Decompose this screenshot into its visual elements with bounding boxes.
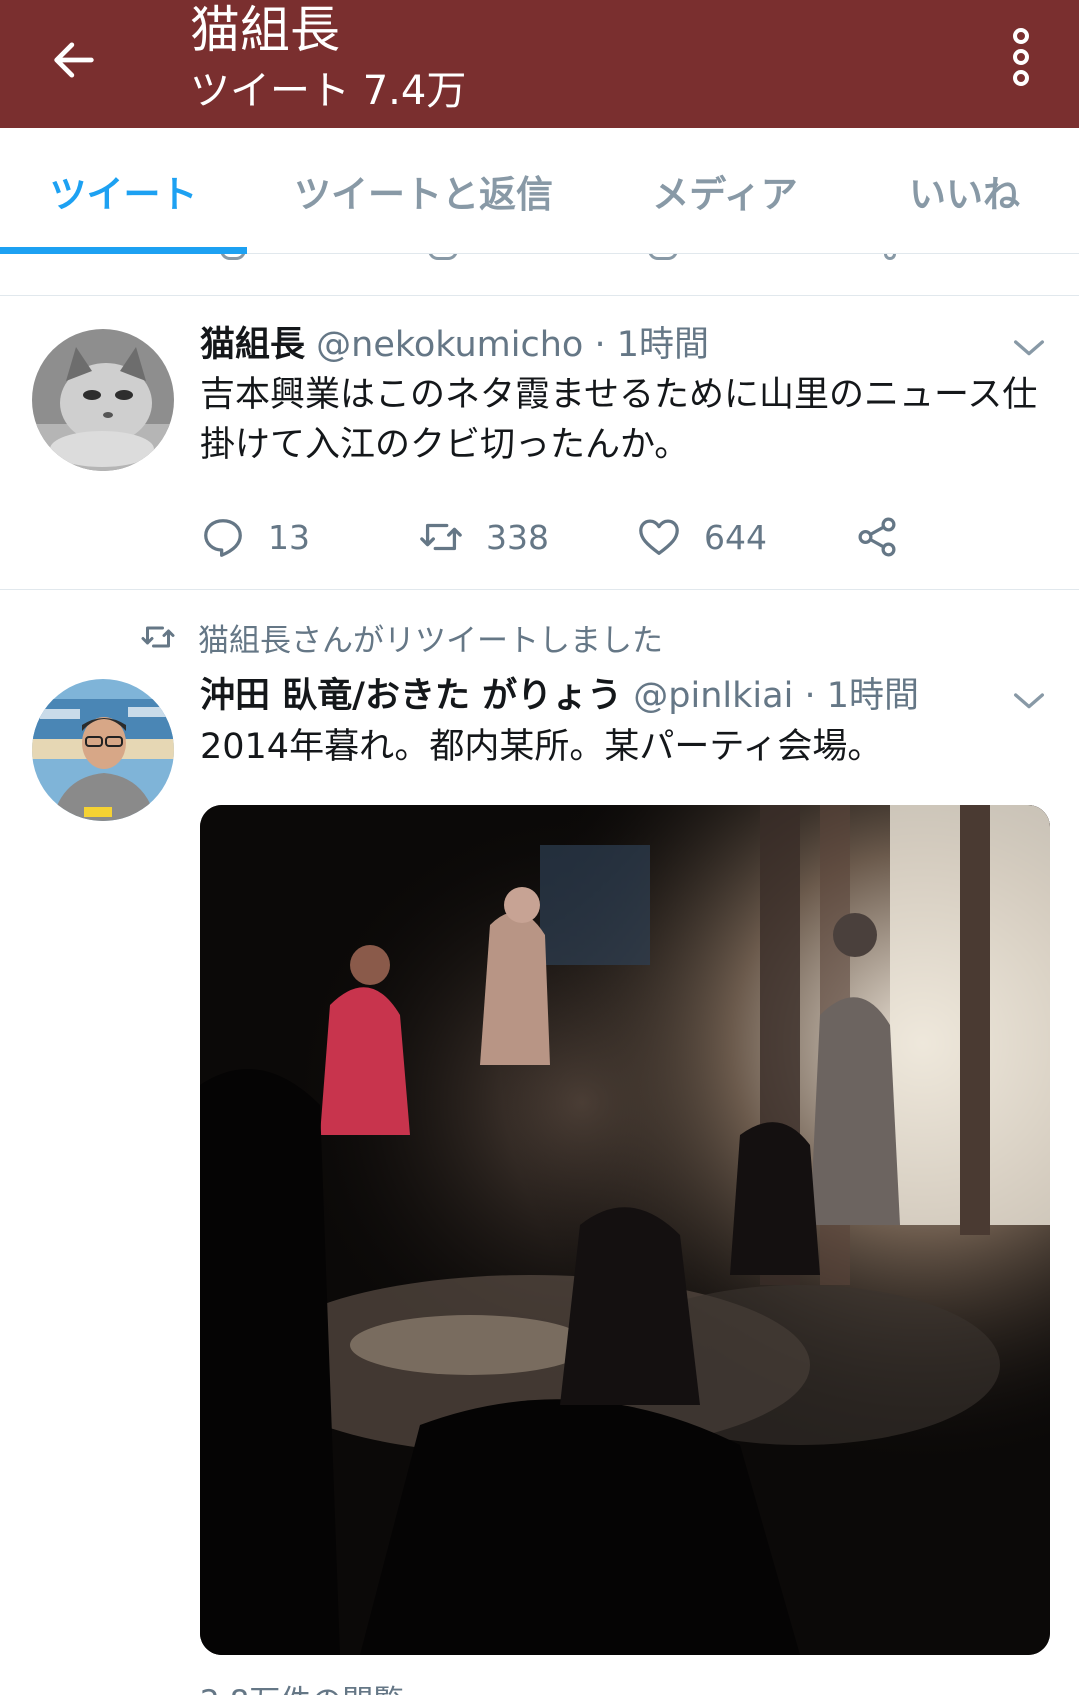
tweet-header: 猫組長 @nekokumicho · 1時間 [200,323,709,367]
user-handle[interactable]: @pinlkiai [633,676,793,716]
reply-count: 13 [268,517,310,557]
tweet-card[interactable]: 猫組長 @nekokumicho · 1時間 吉本興業はこのネタ霞ませるために山… [0,297,1079,589]
share-button[interactable] [854,509,922,565]
tweet-time: · 1時間 [594,325,710,365]
tweet-count: ツイート 7.4万 [190,68,467,114]
more-options-button[interactable] [999,24,1043,90]
retweet-button[interactable]: 338 [418,509,549,565]
tab-media[interactable]: メディア [600,128,850,254]
divider [0,589,1079,590]
tweet-video[interactable] [200,805,1050,1655]
chevron-down-icon[interactable] [1009,327,1049,367]
arrow-left-icon [54,42,94,78]
like-button[interactable]: 644 [636,509,767,565]
tweet-text: 2014年暮れ。都内某所。某パーティ会場。 [200,727,883,767]
reply-icon [204,519,242,557]
active-tab-indicator [0,247,247,254]
tab-tweets-and-replies[interactable]: ツイートと返信 [247,128,600,254]
tweet-actions: 13 338 644 [200,509,920,565]
retweet-icon [141,626,175,648]
profile-name-title: 猫組長 [190,1,340,59]
retweet-notice-text: 猫組長さんがリツイートしました [198,622,663,659]
avatar[interactable] [32,329,174,471]
tweet-header: 沖田 臥竜/おきた がりょう @pinlkiai · 1時間 [200,674,919,718]
back-button[interactable] [44,30,104,90]
tab-tweets[interactable]: ツイート [0,128,247,254]
like-icon [639,519,679,555]
share-icon [858,517,896,557]
tab-likes[interactable]: いいね [850,128,1079,254]
previous-tweet-actions-partial [0,254,1079,296]
tweet-text: 吉本興業はこのネタ霞ませるために山里のニュース仕掛けて入江のクビ切ったんか。 [200,375,1038,465]
like-count: 644 [704,517,767,557]
retweet-notice[interactable]: 猫組長さんがリツイートしました [140,612,663,662]
tweet-time: · 1時間 [804,676,919,716]
avatar[interactable] [32,679,174,821]
app-header: 猫組長 ツイート 7.4万 [0,0,1079,128]
retweet-icon [420,523,462,551]
display-name[interactable]: 沖田 臥竜/おきた がりょう [200,676,622,716]
display-name[interactable]: 猫組長 [200,325,305,365]
view-count: 2.8万件の閲覧 [200,1676,404,1695]
chevron-down-icon[interactable] [1009,680,1049,720]
reply-button[interactable]: 13 [200,509,310,565]
profile-tabs: ツイート ツイートと返信 メディア いいね [0,128,1079,254]
more-vertical-icon [1013,28,1029,44]
user-handle[interactable]: @nekokumicho [316,325,583,365]
retweet-count: 338 [486,517,549,557]
